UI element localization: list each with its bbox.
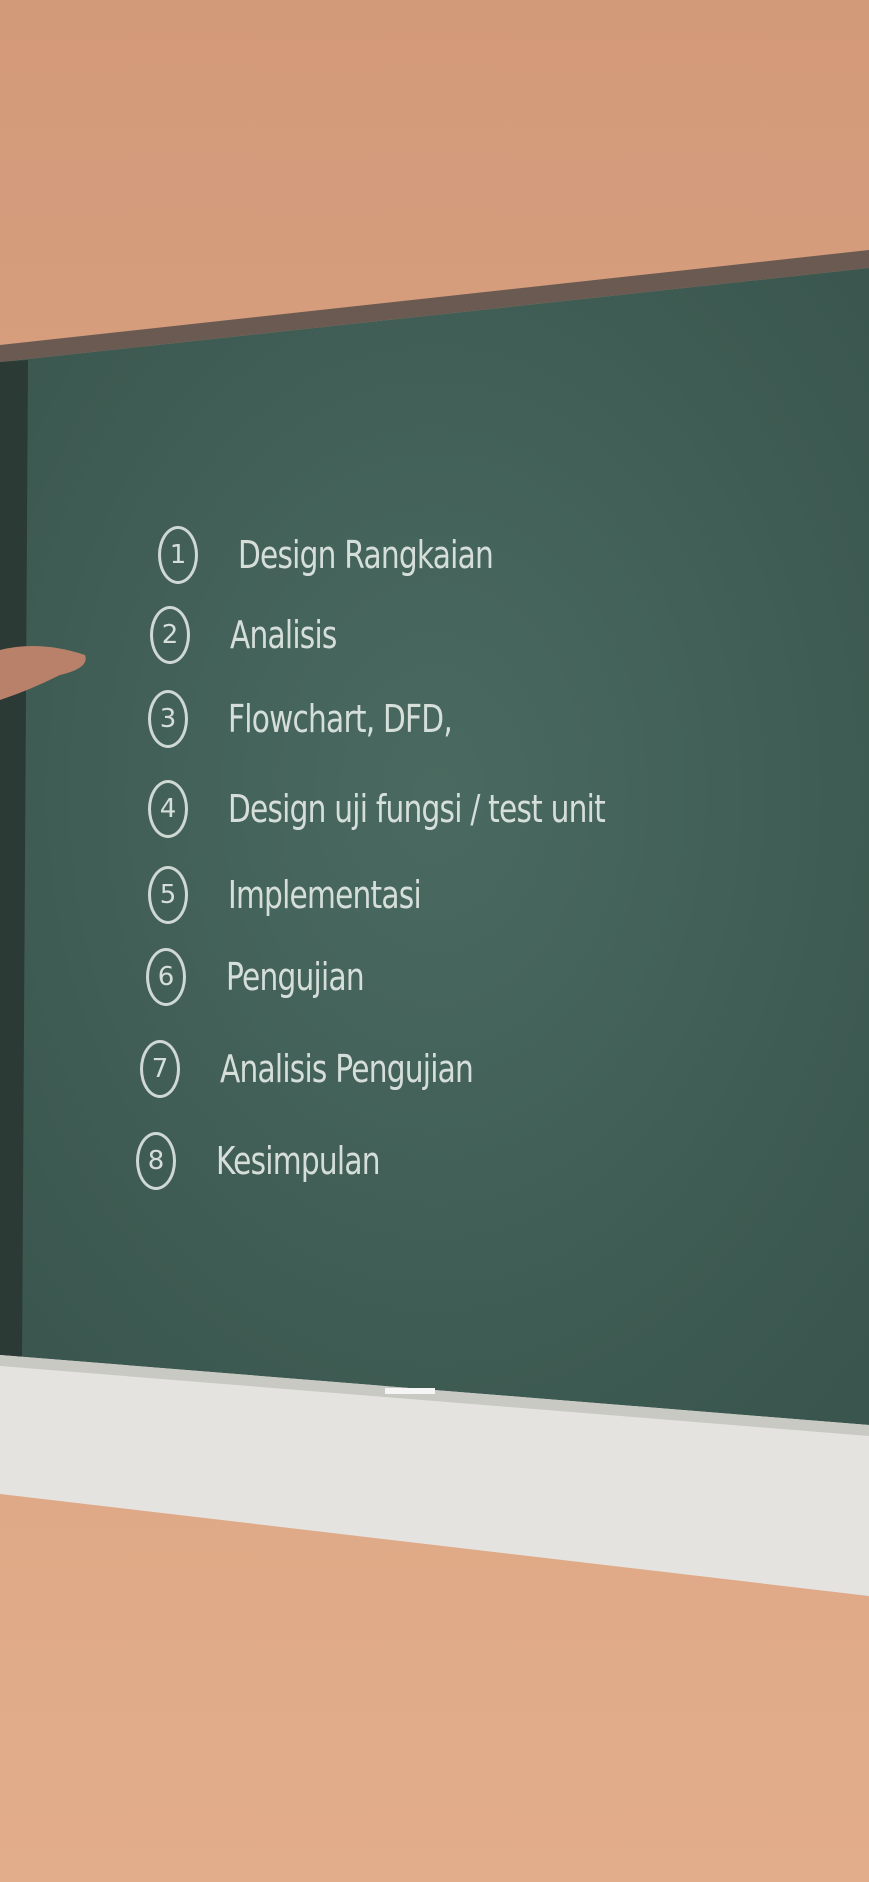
board-item-7: 7 Analisis Pengujian: [140, 1040, 544, 1098]
item-text: Implementasi: [228, 873, 422, 917]
circled-number: 6: [146, 948, 186, 1006]
board-item-8: 8 Kesimpulan: [136, 1132, 426, 1190]
item-text: Kesimpulan: [216, 1139, 381, 1183]
chalk-piece: [385, 1388, 435, 1394]
item-text: Design Rangkaian: [238, 533, 494, 577]
board-item-2: 2 Analisis: [150, 606, 367, 664]
item-text: Analisis: [230, 613, 337, 657]
circled-number: 8: [136, 1132, 176, 1190]
item-text: Design uji fungsi / test unit: [228, 787, 606, 831]
board-item-5: 5 Implementasi: [148, 866, 475, 924]
circled-number: 1: [158, 526, 198, 584]
chalkboard: [0, 268, 869, 1434]
item-text: Flowchart, DFD,: [228, 697, 453, 741]
circled-number: 4: [148, 780, 188, 838]
board-item-3: 3 Flowchart, DFD,: [148, 690, 515, 748]
circled-number: 2: [150, 606, 190, 664]
classroom-scene: [0, 0, 869, 1882]
board-item-6: 6 Pengujian: [146, 948, 403, 1006]
circled-number: 3: [148, 690, 188, 748]
item-text: Pengujian: [226, 955, 365, 999]
board-item-4: 4 Design uji fungsi / test unit: [148, 780, 711, 838]
circled-number: 7: [140, 1040, 180, 1098]
circled-number: 5: [148, 866, 188, 924]
item-text: Analisis Pengujian: [220, 1047, 474, 1091]
board-item-1: 1 Design Rangkaian: [158, 526, 565, 584]
